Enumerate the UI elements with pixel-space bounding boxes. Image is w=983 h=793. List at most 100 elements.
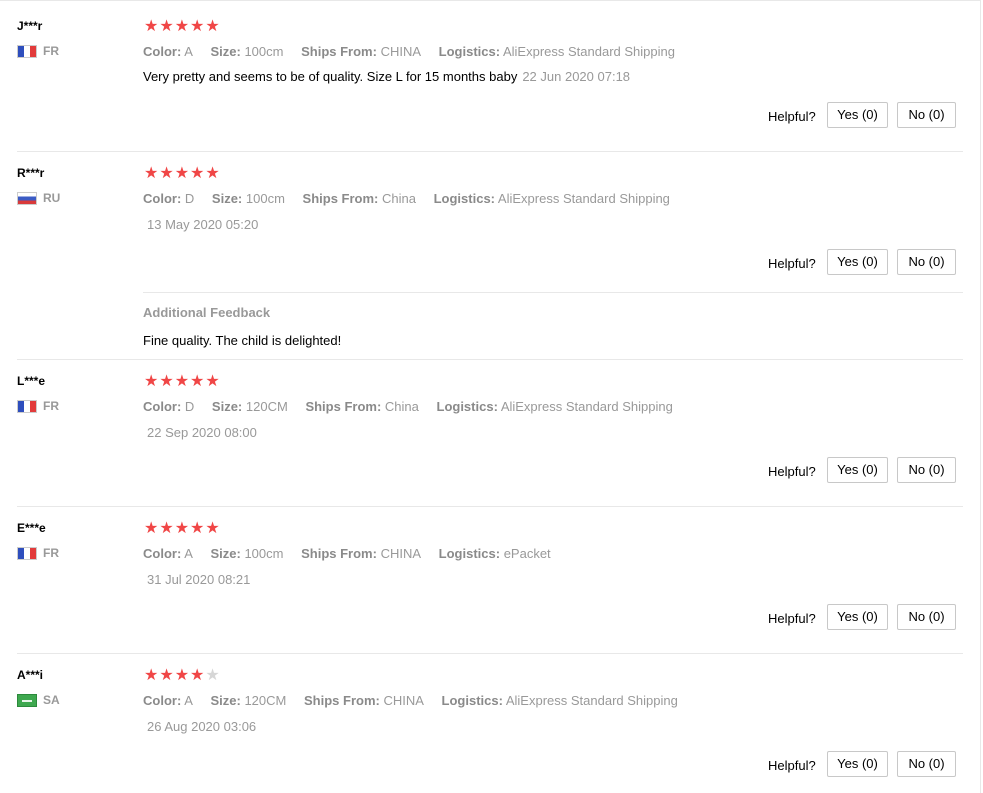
helpful-yes-button[interactable]: Yes (0) [827, 751, 888, 777]
size-label: Size: [210, 546, 241, 561]
helpful-no-button[interactable]: No (0) [897, 457, 956, 483]
star-icon: ★ [159, 165, 175, 182]
order-info: Color: A Size: 100cm Ships From: CHINA L… [143, 546, 565, 561]
country-code: SA [43, 693, 60, 707]
color-value: A [184, 546, 193, 561]
ships-from-value: CHINA [380, 546, 422, 561]
star-icon: ★ [190, 373, 206, 390]
helpful-no-button[interactable]: No (0) [897, 102, 956, 128]
reviewer-name: E***e [17, 521, 46, 535]
star-icon: ★ [144, 18, 160, 35]
size-label: Size: [210, 44, 241, 59]
helpful-label: Helpful? [768, 611, 816, 626]
star-icon: ★ [205, 520, 221, 537]
size-value: 100cm [244, 546, 284, 561]
reviewer-name: A***i [17, 668, 44, 682]
logistics-value: ePacket [503, 546, 551, 561]
star-icon: ★ [190, 165, 206, 182]
logistics-label: Logistics: [438, 44, 501, 59]
helpful-label: Helpful? [768, 758, 816, 773]
helpful-label: Helpful? [768, 109, 816, 124]
divider [143, 292, 963, 293]
reviewer-name: L***e [17, 374, 46, 388]
logistics-label: Logistics: [433, 191, 496, 206]
star-icon: ★ [205, 165, 221, 182]
size-value: 100cm [244, 44, 284, 59]
star-rating: ★★★★★ [144, 166, 221, 182]
color-label: Color: [143, 546, 182, 561]
divider [17, 506, 963, 507]
review-date: 31 Jul 2020 08:21 [147, 572, 251, 587]
logistics-value: AliExpress Standard Shipping [497, 191, 670, 206]
logistics-label: Logistics: [441, 693, 503, 708]
additional-feedback-title: Additional Feedback [143, 305, 271, 320]
color-label: Color: [143, 44, 182, 59]
country-code: FR [43, 546, 59, 560]
star-icon: ★ [174, 520, 191, 537]
empty-star-icon: ★ [205, 667, 221, 684]
reviewer-country: RU [17, 191, 60, 205]
review-date: 13 May 2020 05:20 [147, 217, 259, 232]
size-label: Size: [211, 191, 243, 206]
country-code: FR [43, 44, 59, 58]
additional-feedback-text: Fine quality. The child is delighted! [143, 333, 342, 348]
star-icon: ★ [144, 165, 160, 182]
star-icon: ★ [144, 373, 160, 390]
helpful-yes-button[interactable]: Yes (0) [827, 249, 888, 275]
color-value: A [184, 693, 193, 708]
size-label: Size: [211, 399, 243, 414]
ships-from-value: CHINA [383, 693, 424, 708]
star-icon: ★ [159, 520, 175, 537]
star-icon: ★ [190, 520, 206, 537]
ships-from-value: CHINA [380, 44, 422, 59]
star-rating: ★★★★★ [144, 19, 221, 35]
star-icon: ★ [159, 18, 175, 35]
sa-flag-icon [17, 693, 37, 707]
helpful-yes-button[interactable]: Yes (0) [827, 457, 888, 483]
size-value: 120CM [244, 693, 287, 708]
star-icon: ★ [174, 667, 191, 684]
star-icon: ★ [174, 373, 191, 390]
divider [17, 359, 963, 360]
ru-flag-icon [17, 191, 37, 205]
helpful-yes-button[interactable]: Yes (0) [827, 102, 888, 128]
order-info: Color: A Size: 120CM Ships From: CHINA L… [143, 693, 692, 708]
review-date: 26 Aug 2020 03:06 [147, 719, 257, 734]
reviewer-name: J***r [17, 19, 43, 33]
size-label: Size: [210, 693, 241, 708]
helpful-label: Helpful? [768, 464, 816, 479]
size-value: 120CM [245, 399, 288, 414]
star-rating: ★★★★★ [144, 668, 221, 684]
logistics-value: AliExpress Standard Shipping [502, 44, 675, 59]
reviewer-country: FR [17, 399, 59, 413]
review-body: Very pretty and seems to be of quality. … [143, 69, 518, 84]
country-code: FR [43, 399, 59, 413]
helpful-yes-button[interactable]: Yes (0) [827, 604, 888, 630]
helpful-label: Helpful? [768, 256, 816, 271]
color-label: Color: [143, 191, 182, 206]
reviewer-name: R***r [17, 166, 45, 180]
star-rating: ★★★★★ [144, 521, 221, 537]
star-icon: ★ [174, 165, 191, 182]
review-date: 22 Jun 2020 07:18 [522, 69, 631, 84]
review-text: Very pretty and seems to be of quality. … [143, 69, 630, 84]
reviews-panel: J***r FR ★★★★★ Color: A Size: 100cm Ship… [0, 0, 981, 793]
helpful-no-button[interactable]: No (0) [897, 604, 956, 630]
order-info: Color: D Size: 120CM Ships From: China L… [143, 399, 687, 414]
ships-from-value: China [384, 399, 419, 414]
reviewer-country: SA [17, 693, 60, 707]
star-icon: ★ [190, 667, 206, 684]
star-icon: ★ [144, 667, 160, 684]
star-icon: ★ [190, 18, 206, 35]
ships-from-value: China [382, 191, 416, 206]
ships-from-label: Ships From: [302, 191, 379, 206]
helpful-no-button[interactable]: No (0) [897, 751, 956, 777]
fr-flag-icon [17, 546, 37, 560]
star-rating: ★★★★★ [144, 374, 221, 390]
country-code: RU [43, 191, 61, 205]
logistics-value: AliExpress Standard Shipping [505, 693, 678, 708]
fr-flag-icon [17, 44, 37, 58]
divider [17, 151, 963, 152]
star-icon: ★ [144, 520, 160, 537]
helpful-no-button[interactable]: No (0) [897, 249, 956, 275]
